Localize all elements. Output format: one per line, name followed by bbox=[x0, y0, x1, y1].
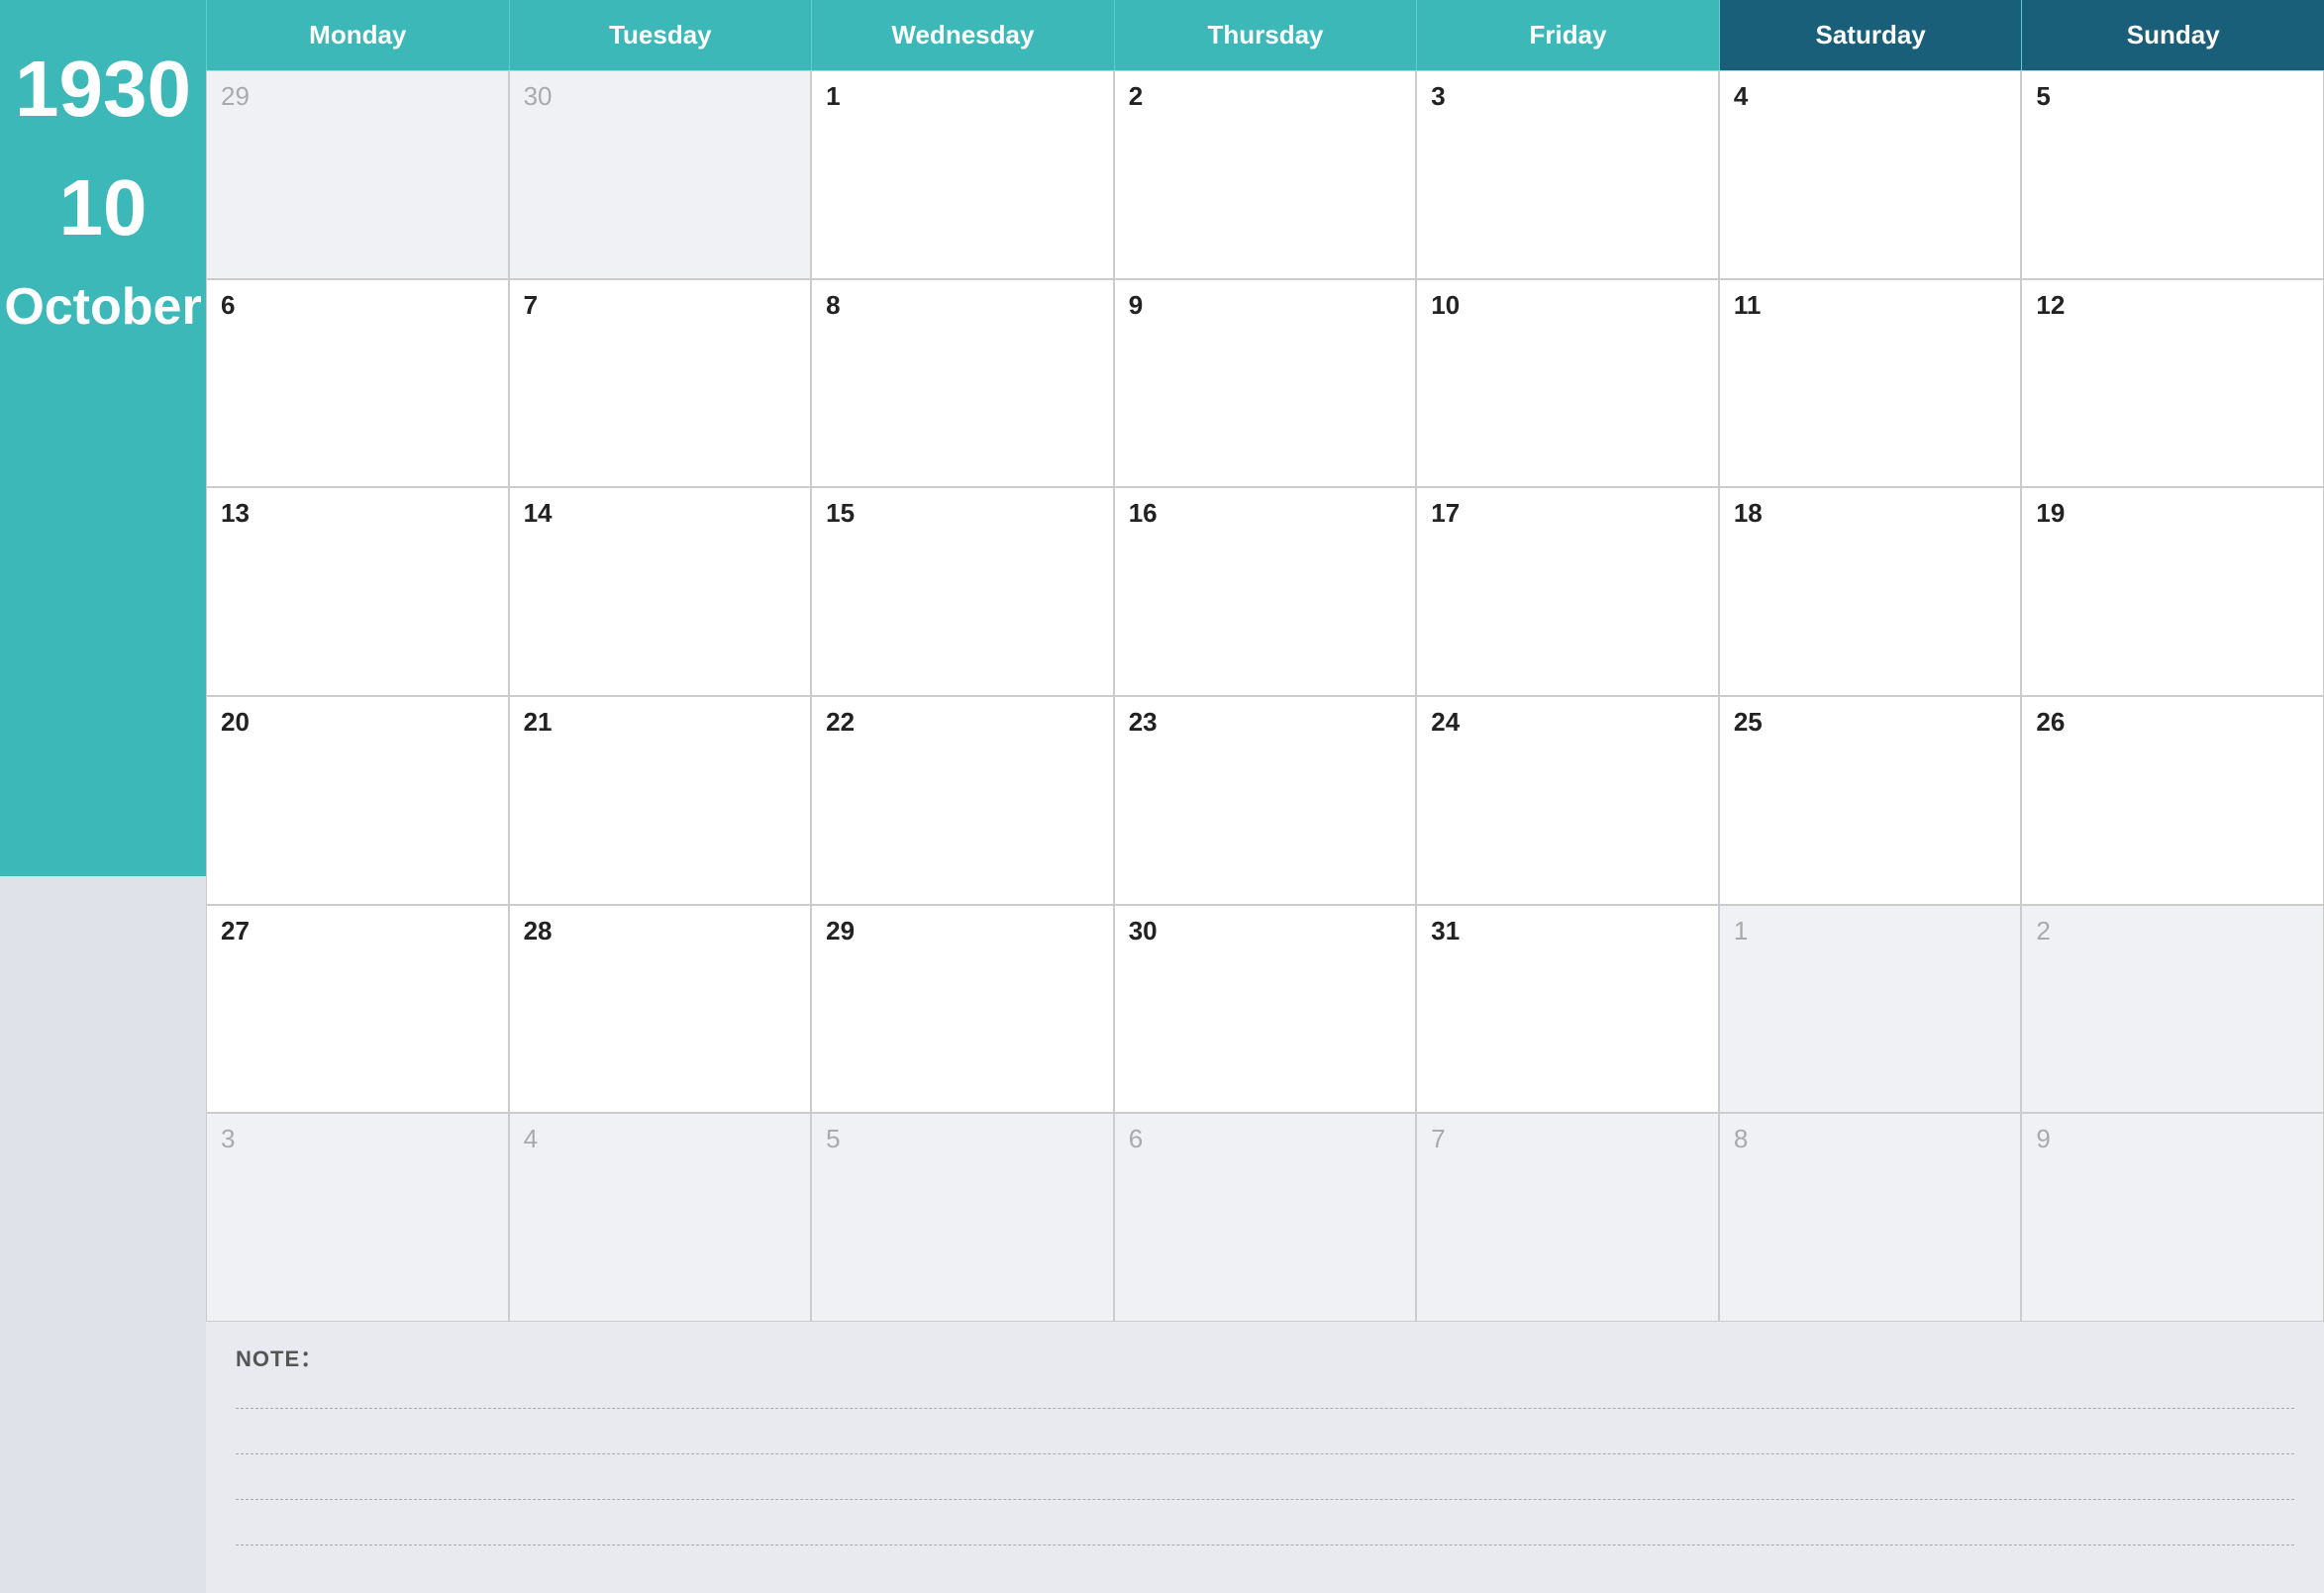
table-row: 6 bbox=[206, 279, 509, 488]
table-row: 5 bbox=[2021, 70, 2324, 279]
table-row: 21 bbox=[509, 696, 812, 905]
table-row: 11 bbox=[1719, 279, 2022, 488]
table-row: 13 bbox=[206, 487, 509, 696]
table-row: 15 bbox=[811, 487, 1114, 696]
table-row: 4 bbox=[1719, 70, 2022, 279]
table-row: 23 bbox=[1114, 696, 1417, 905]
table-row: 22 bbox=[811, 696, 1114, 905]
table-row: 1 bbox=[811, 70, 1114, 279]
sidebar-year: 1930 bbox=[15, 50, 191, 129]
table-row: 26 bbox=[2021, 696, 2324, 905]
table-row: 2 bbox=[2021, 905, 2324, 1114]
table-row: 17 bbox=[1416, 487, 1719, 696]
table-row: 28 bbox=[509, 905, 812, 1114]
table-row: 3 bbox=[1416, 70, 1719, 279]
table-row: 16 bbox=[1114, 487, 1417, 696]
calendar-grid: 29 30 1 2 3 4 5 6 7 8 9 10 11 12 13 14 1… bbox=[206, 70, 2324, 1322]
header-wednesday: Wednesday bbox=[811, 0, 1114, 70]
note-line-3 bbox=[236, 1472, 2294, 1500]
table-row: 30 bbox=[509, 70, 812, 279]
table-row: 8 bbox=[1719, 1113, 2022, 1322]
table-row: 4 bbox=[509, 1113, 812, 1322]
table-row: 31 bbox=[1416, 905, 1719, 1114]
calendar-header: Monday Tuesday Wednesday Thursday Friday… bbox=[206, 0, 2324, 70]
table-row: 9 bbox=[2021, 1113, 2324, 1322]
sidebar: 1930 10 October bbox=[0, 0, 206, 1593]
table-row: 12 bbox=[2021, 279, 2324, 488]
main-content: Monday Tuesday Wednesday Thursday Friday… bbox=[206, 0, 2324, 1593]
table-row: 8 bbox=[811, 279, 1114, 488]
calendar-wrapper: 1930 10 October Monday Tuesday Wednesday… bbox=[0, 0, 2324, 1593]
table-row: 29 bbox=[811, 905, 1114, 1114]
header-thursday: Thursday bbox=[1114, 0, 1417, 70]
note-line-1 bbox=[236, 1381, 2294, 1409]
notes-section: NOTE： bbox=[206, 1322, 2324, 1593]
header-monday: Monday bbox=[206, 0, 509, 70]
table-row: 7 bbox=[509, 279, 812, 488]
note-line-4 bbox=[236, 1518, 2294, 1545]
table-row: 14 bbox=[509, 487, 812, 696]
table-row: 27 bbox=[206, 905, 509, 1114]
table-row: 25 bbox=[1719, 696, 2022, 905]
note-label: NOTE： bbox=[236, 1342, 2294, 1373]
table-row: 18 bbox=[1719, 487, 2022, 696]
table-row: 30 bbox=[1114, 905, 1417, 1114]
table-row: 5 bbox=[811, 1113, 1114, 1322]
sidebar-day-number: 10 bbox=[59, 168, 148, 248]
header-friday: Friday bbox=[1416, 0, 1719, 70]
table-row: 1 bbox=[1719, 905, 2022, 1114]
table-row: 3 bbox=[206, 1113, 509, 1322]
table-row: 7 bbox=[1416, 1113, 1719, 1322]
note-line-2 bbox=[236, 1427, 2294, 1454]
header-sunday: Sunday bbox=[2021, 0, 2324, 70]
table-row: 20 bbox=[206, 696, 509, 905]
header-tuesday: Tuesday bbox=[509, 0, 812, 70]
table-row: 9 bbox=[1114, 279, 1417, 488]
sidebar-month: October bbox=[4, 277, 201, 337]
header-saturday: Saturday bbox=[1719, 0, 2022, 70]
table-row: 10 bbox=[1416, 279, 1719, 488]
table-row: 24 bbox=[1416, 696, 1719, 905]
table-row: 19 bbox=[2021, 487, 2324, 696]
table-row: 2 bbox=[1114, 70, 1417, 279]
table-row: 6 bbox=[1114, 1113, 1417, 1322]
table-row: 29 bbox=[206, 70, 509, 279]
